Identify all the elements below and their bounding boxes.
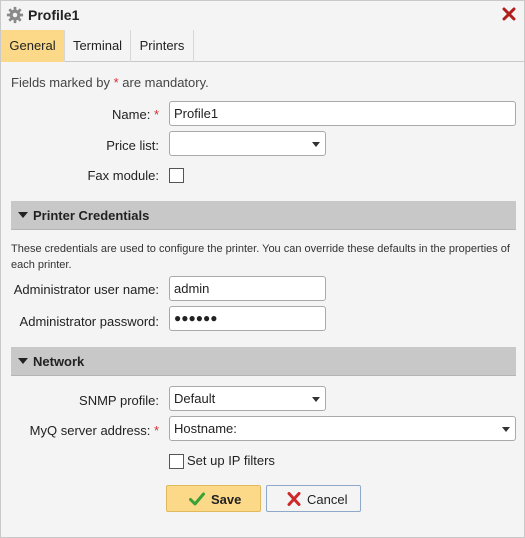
tab-general[interactable]: General [1, 30, 65, 62]
chevron-down-icon [312, 397, 320, 402]
admin-user-label: Administrator user name: [13, 282, 159, 297]
myq-server-label-text: MyQ server address: [29, 423, 151, 438]
collapse-triangle-icon [18, 358, 28, 364]
price-list-select[interactable] [169, 131, 326, 156]
network-section-header[interactable]: Network [11, 347, 516, 376]
name-label: Name: * [1, 107, 159, 122]
mandatory-note: Fields marked by * are mandatory. [11, 75, 209, 90]
save-button[interactable]: Save [166, 485, 261, 512]
myq-server-select[interactable]: Hostname: [169, 416, 516, 441]
dialog-titlebar: Profile1 [1, 1, 524, 30]
fax-module-checkbox[interactable] [169, 168, 184, 183]
profile-dialog: Profile1 General Terminal Printers Field… [0, 0, 525, 538]
collapse-triangle-icon [18, 212, 28, 218]
name-input[interactable]: Profile1 [169, 101, 516, 126]
printer-credentials-section-header[interactable]: Printer Credentials [11, 201, 516, 230]
tab-printers[interactable]: Printers [131, 30, 194, 62]
myq-server-label: MyQ server address: * [1, 423, 159, 438]
mandatory-note-prefix: Fields marked by [11, 75, 114, 90]
close-icon[interactable] [500, 5, 518, 23]
name-required-star: * [153, 107, 159, 122]
printer-credentials-title: Printer Credentials [33, 208, 150, 223]
gear-icon [6, 6, 24, 24]
general-tab-content: Fields marked by * are mandatory. Name: … [1, 63, 524, 537]
chevron-down-icon [312, 142, 320, 147]
network-title: Network [33, 354, 85, 369]
admin-password-input[interactable]: ●●●●●● [169, 306, 326, 331]
ip-filters-label: Set up IP filters [187, 453, 275, 468]
myq-server-required-star: * [153, 423, 159, 438]
snmp-profile-label: SNMP profile: [79, 393, 159, 408]
name-label-text: Name: [112, 107, 151, 122]
chevron-down-icon [502, 427, 510, 432]
fax-module-label: Fax module: [87, 168, 159, 183]
cancel-x-icon [287, 492, 301, 506]
snmp-profile-select[interactable]: Default [169, 386, 326, 411]
price-list-label: Price list: [106, 138, 159, 153]
save-button-label: Save [211, 492, 242, 507]
tab-bar: General Terminal Printers [1, 30, 524, 62]
cancel-button-label: Cancel [307, 492, 348, 507]
printer-credentials-description: These credentials are used to configure … [11, 243, 510, 271]
myq-server-value: Hostname: [174, 421, 237, 436]
snmp-profile-value: Default [174, 391, 216, 406]
dialog-title: Profile1 [28, 7, 80, 23]
ip-filters-checkbox[interactable] [169, 454, 184, 469]
checkmark-icon [189, 492, 205, 506]
mandatory-note-suffix: are mandatory. [118, 75, 209, 90]
cancel-button[interactable]: Cancel [266, 485, 361, 512]
admin-password-label: Administrator password: [19, 314, 159, 329]
admin-user-input[interactable]: admin [169, 276, 326, 301]
tab-terminal[interactable]: Terminal [65, 30, 131, 62]
